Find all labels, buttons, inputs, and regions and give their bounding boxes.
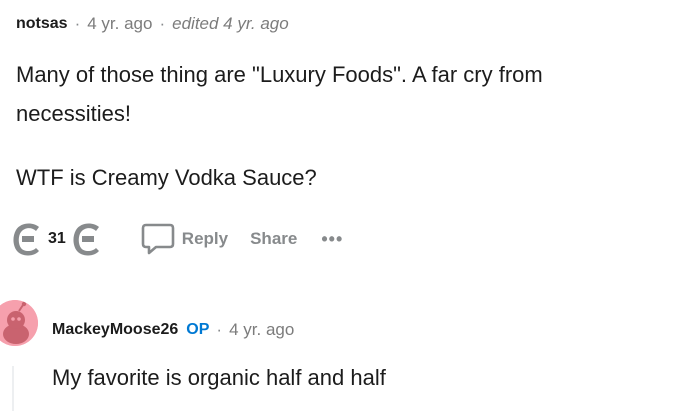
separator-dot: ·	[216, 320, 223, 339]
comment-body-line: WTF is Creamy Vodka Sauce?	[16, 165, 317, 190]
comment-meta: notsas · 4 yr. ago · edited 4 yr. ago	[16, 14, 289, 34]
thread-line[interactable]	[12, 366, 14, 411]
comment-body-line: Many of those thing are "Luxury Foods". …	[16, 62, 543, 87]
upvote-icon[interactable]	[12, 221, 42, 257]
reply-label: Reply	[181, 229, 229, 248]
vote-score: 31	[48, 230, 66, 247]
more-options-button[interactable]: •••	[321, 229, 343, 250]
separator-dot: ·	[74, 14, 81, 33]
separator-dot: ·	[159, 14, 166, 33]
reply-time[interactable]: 4 yr. ago	[229, 320, 294, 340]
reply-author[interactable]: MackeyMoose26	[52, 321, 178, 339]
reply-meta: MackeyMoose26 OP · 4 yr. ago	[52, 320, 294, 340]
more-dots-icon: •••	[321, 228, 344, 249]
comment-edited: edited 4 yr. ago	[172, 14, 289, 33]
comment-actions: 31 Reply Share •••	[12, 219, 343, 259]
reply-body: My favorite is organic half and half	[52, 365, 386, 390]
comment-time[interactable]: 4 yr. ago	[87, 14, 152, 34]
comment-author[interactable]: notsas	[16, 15, 68, 33]
op-badge: OP	[186, 321, 210, 338]
share-button[interactable]: Share	[250, 229, 297, 249]
reply-button[interactable]: Reply	[140, 222, 228, 256]
share-label: Share	[250, 229, 298, 248]
page: notsas · 4 yr. ago · edited 4 yr. ago Ma…	[0, 0, 700, 411]
downvote-icon[interactable]	[72, 221, 102, 257]
comment-body-line: necessities!	[16, 101, 131, 126]
avatar[interactable]	[0, 300, 38, 346]
reply-bubble-icon	[140, 222, 176, 256]
